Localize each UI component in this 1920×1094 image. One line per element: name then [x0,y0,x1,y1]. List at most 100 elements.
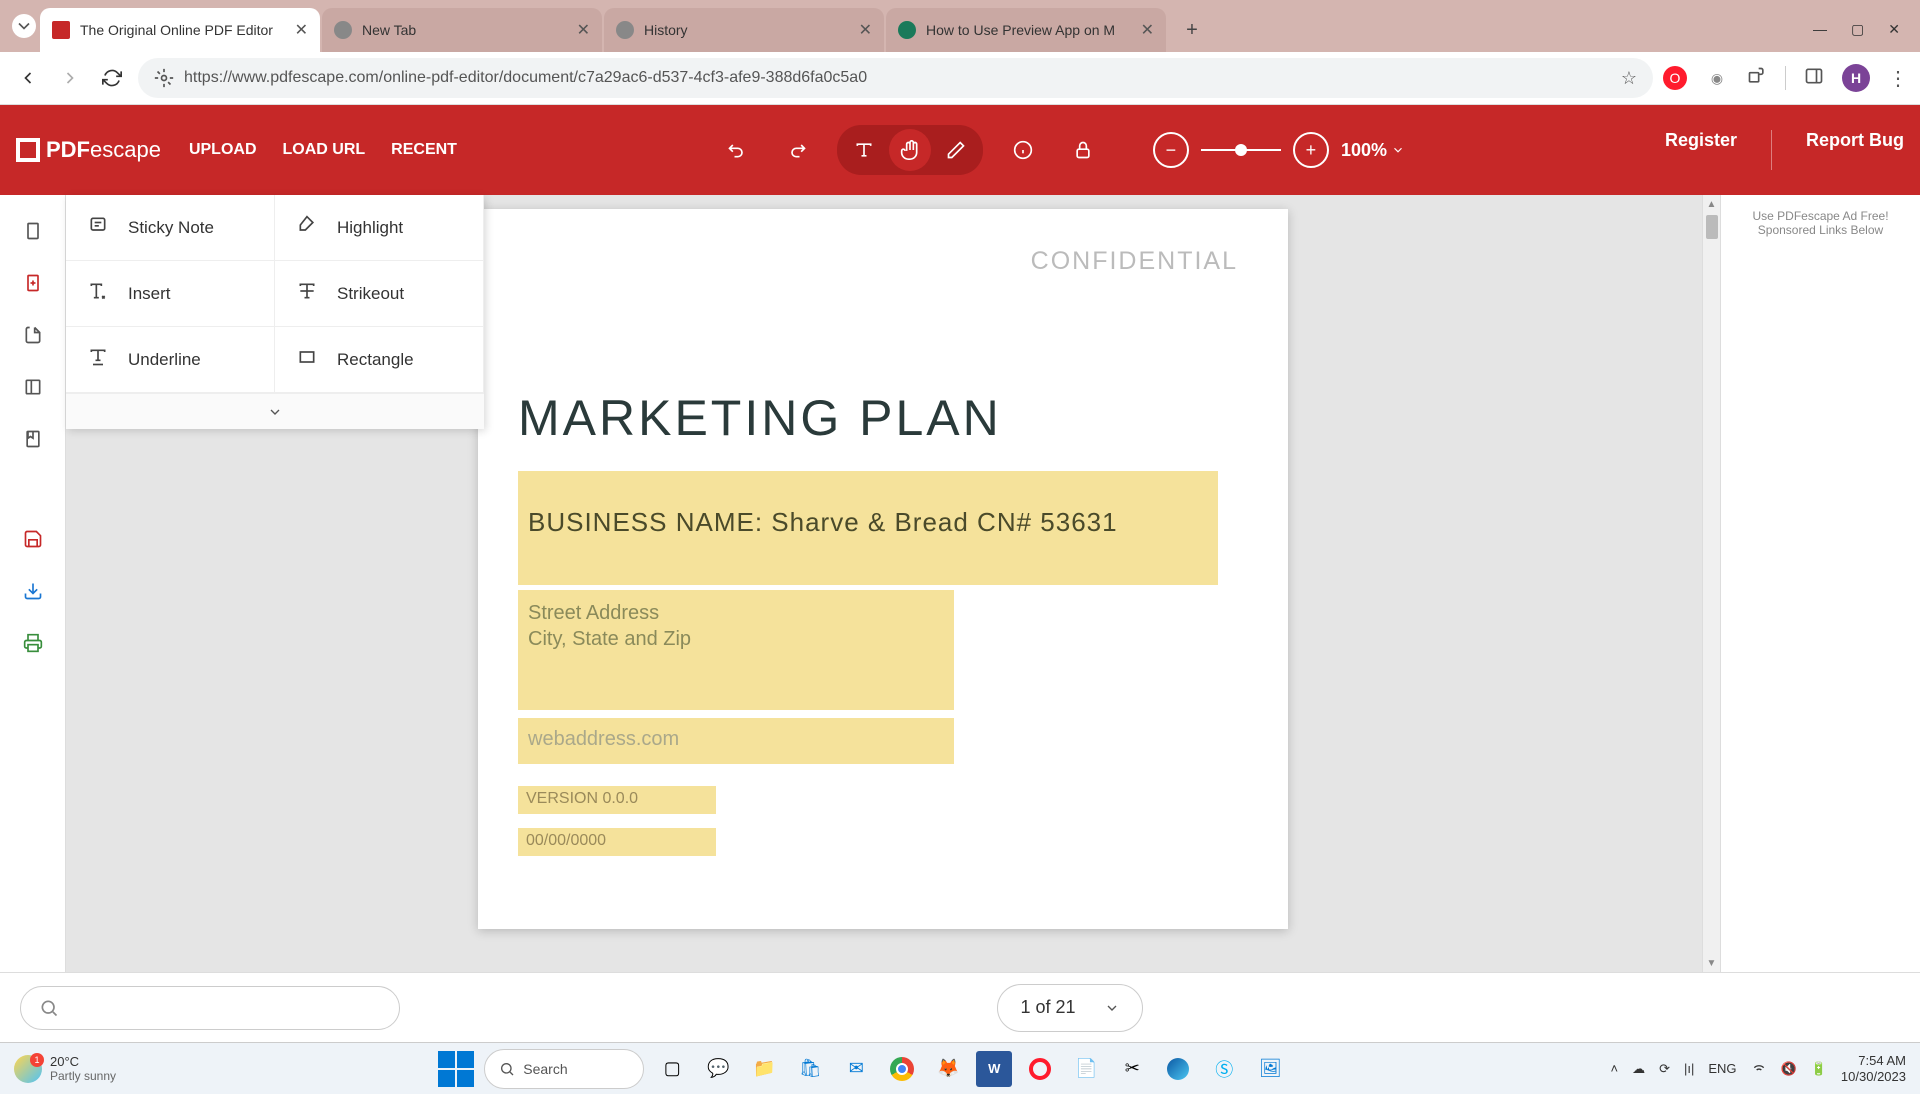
volume-icon[interactable]: 🔇 [1781,1061,1797,1077]
redo-button[interactable] [777,130,817,170]
snipping-tool-icon[interactable]: ✂ [1114,1051,1150,1087]
highlighted-business-name[interactable]: BUSINESS NAME: Sharve & Bread CN# 53631 [518,471,1218,585]
tab-new-tab[interactable]: New Tab ✕ [322,8,602,52]
undo-button[interactable] [717,130,757,170]
reload-button[interactable] [96,62,128,94]
wifi-icon[interactable] [1751,1059,1767,1078]
pdfescape-logo[interactable]: PDFescape [16,137,161,163]
document-search-input[interactable] [20,986,400,1030]
profile-avatar[interactable]: H [1842,64,1870,92]
close-tab-icon[interactable]: ✕ [859,20,872,40]
word-icon[interactable]: W [976,1051,1012,1087]
page-selector[interactable]: 1 of 21 [997,984,1142,1032]
mail-icon[interactable]: ✉ [838,1051,874,1087]
rectangle-icon [295,347,319,372]
close-tab-icon[interactable]: ✕ [295,20,308,40]
preview-favicon [898,21,916,39]
chrome-icon[interactable] [884,1051,920,1087]
tool-underline[interactable]: Underline [66,327,275,393]
bar-icon[interactable]: |ı| [1684,1061,1694,1076]
notepad-icon[interactable]: 📄 [1068,1051,1104,1087]
tab-search-dropdown[interactable] [12,14,36,38]
extensions-puzzle-icon[interactable] [1747,66,1767,91]
rail-annotate-button[interactable] [11,261,55,305]
rail-pages-button[interactable] [11,209,55,253]
search-icon [39,998,59,1018]
tools-expand-button[interactable] [66,393,484,429]
sync-icon[interactable]: ⟳ [1659,1061,1670,1077]
tab-history[interactable]: History ✕ [604,8,884,52]
zoom-slider[interactable] [1201,149,1281,151]
load-url-link[interactable]: LOAD URL [283,141,366,159]
task-view-icon[interactable]: ▢ [654,1051,690,1087]
bookmark-star-icon[interactable]: ☆ [1621,68,1637,89]
photos-icon[interactable]: 🖼 [1252,1051,1288,1087]
scroll-thumb[interactable] [1706,215,1718,239]
side-panel-icon[interactable] [1804,66,1824,91]
language-indicator[interactable]: ENG [1708,1061,1736,1076]
file-explorer-icon[interactable]: 📁 [746,1051,782,1087]
tab-preview-app[interactable]: How to Use Preview App on M ✕ [886,8,1166,52]
browser-menu-icon[interactable]: ⋮ [1888,66,1908,91]
chat-icon[interactable]: 💬 [700,1051,736,1087]
tool-rectangle[interactable]: Rectangle [275,327,484,393]
tool-strikeout[interactable]: Strikeout [275,261,484,327]
draw-mode-button[interactable] [935,129,977,171]
address-bar-row: https://www.pdfescape.com/online-pdf-edi… [0,52,1920,105]
clock[interactable]: 7:54 AM 10/30/2023 [1841,1053,1906,1084]
back-button[interactable] [12,62,44,94]
rail-print-button[interactable] [11,621,55,665]
close-tab-icon[interactable]: ✕ [577,20,590,40]
weather-widget[interactable]: 1 20°C Partly sunny [14,1054,116,1083]
zoom-out-button[interactable]: − [1153,132,1189,168]
hand-mode-button[interactable] [889,129,931,171]
scroll-up-icon[interactable]: ▲ [1703,195,1720,213]
forward-button[interactable] [54,62,86,94]
tray-chevron-icon[interactable]: ˄ [1611,1061,1619,1076]
maximize-window-icon[interactable]: ▢ [1851,21,1864,38]
opera-extension-icon[interactable]: O [1663,66,1687,90]
onedrive-icon[interactable]: ☁ [1632,1061,1645,1077]
zoom-in-button[interactable]: + [1293,132,1329,168]
skype-icon[interactable]: Ⓢ [1206,1051,1242,1087]
rail-layout-button[interactable] [11,365,55,409]
firefox-icon[interactable]: 🦊 [930,1051,966,1087]
highlighted-version[interactable]: VERSION 0.0.0 [518,786,716,814]
close-tab-icon[interactable]: ✕ [1141,20,1154,40]
info-button[interactable] [1003,130,1043,170]
strikeout-icon [295,281,319,306]
highlighted-date[interactable]: 00/00/0000 [518,828,716,856]
report-bug-link[interactable]: Report Bug [1806,130,1904,170]
scroll-down-icon[interactable]: ▼ [1703,954,1720,972]
new-tab-button[interactable]: + [1176,14,1208,46]
vertical-scrollbar[interactable]: ▲ ▼ [1702,195,1720,972]
pdf-page[interactable]: CONFIDENTIAL MARKETING PLAN BUSINESS NAM… [478,209,1288,929]
rail-download-button[interactable] [11,569,55,613]
rail-save-button[interactable] [11,517,55,561]
highlighted-address[interactable]: Street Address City, State and Zip [518,590,954,710]
site-info-icon[interactable] [154,68,174,88]
tool-insert[interactable]: Insert [66,261,275,327]
rail-bookmark-button[interactable] [11,417,55,461]
highlighted-web[interactable]: webaddress.com [518,718,954,764]
start-button[interactable] [438,1051,474,1087]
address-bar[interactable]: https://www.pdfescape.com/online-pdf-edi… [138,58,1653,98]
tab-pdfescape[interactable]: The Original Online PDF Editor ✕ [40,8,320,52]
store-icon[interactable]: 🛍 [792,1051,828,1087]
text-mode-button[interactable] [843,129,885,171]
extension-icon[interactable]: ◉ [1705,66,1729,90]
recent-link[interactable]: RECENT [391,141,457,159]
edge-icon[interactable] [1160,1051,1196,1087]
battery-icon[interactable]: 🔋 [1811,1061,1827,1077]
zoom-percent-dropdown[interactable]: 100% [1341,140,1405,161]
taskbar-search[interactable]: Search [484,1049,644,1089]
tool-sticky-note[interactable]: Sticky Note [66,195,275,261]
register-link[interactable]: Register [1665,130,1737,170]
upload-link[interactable]: UPLOAD [189,141,257,159]
close-window-icon[interactable]: ✕ [1888,21,1900,38]
opera-icon[interactable] [1022,1051,1058,1087]
tool-highlight[interactable]: Highlight [275,195,484,261]
minimize-window-icon[interactable]: — [1813,21,1827,38]
rail-insert-button[interactable] [11,313,55,357]
lock-button[interactable] [1063,130,1103,170]
